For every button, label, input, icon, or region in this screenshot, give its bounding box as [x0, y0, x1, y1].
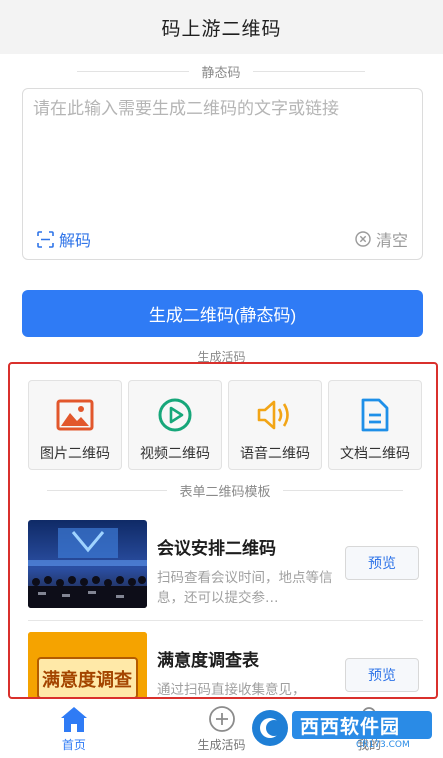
survey-description: 通过扫码直接收集意见， [157, 682, 306, 698]
form-section-label: 表单二维码模板 [179, 485, 271, 500]
survey-thumbnail-text: 满意度调查 [42, 670, 132, 691]
document-code-tile[interactable]: 文档二维码 [328, 380, 422, 470]
title-bar: 码上游二维码 [0, 0, 443, 54]
tab-generate-live-label: 生成活码 [197, 738, 246, 752]
plus-circle-icon [208, 706, 235, 732]
survey-title: 满意度调查表 [157, 651, 259, 671]
video-code-tile[interactable]: 视频二维码 [128, 380, 222, 470]
code-type-grid: 图片二维码 视频二维码 语音二维码 文档二维码 [28, 380, 422, 470]
video-icon [158, 398, 192, 432]
watermark-sub: CR173.COM [356, 740, 410, 750]
page-title: 码上游二维码 [161, 17, 282, 40]
audio-code-tile[interactable]: 语音二维码 [228, 380, 322, 470]
meeting-title: 会议安排二维码 [157, 539, 276, 559]
audio-code-label: 语音二维码 [240, 446, 310, 462]
preview-button[interactable]: 预览 [345, 658, 419, 692]
clear-button[interactable]: 清空 [355, 227, 408, 251]
decode-label: 解码 [59, 231, 92, 250]
divider-line [252, 71, 365, 72]
generate-button[interactable]: 生成二维码(静态码) [22, 290, 423, 337]
scan-icon [37, 230, 54, 248]
preview-button[interactable]: 预览 [345, 546, 419, 580]
clear-icon [355, 231, 371, 247]
template-card-survey[interactable]: 满意度调查 满意度调查表 通过扫码直接收集意见， 预览 [20, 632, 426, 698]
decode-button[interactable]: 解码 [37, 227, 91, 251]
home-icon [60, 707, 87, 732]
image-icon [56, 399, 94, 431]
meeting-description: 扫码查看会议时间，地点等信息，还可以提交参… [157, 570, 333, 606]
survey-thumbnail: 满意度调查 [28, 632, 147, 697]
template-card-meeting[interactable]: 会议安排二维码 扫码查看会议时间，地点等信息，还可以提交参… 预览 [20, 520, 426, 620]
image-code-label: 图片二维码 [40, 446, 110, 462]
divider-line [77, 71, 190, 72]
divider-line [47, 490, 168, 491]
image-code-tile[interactable]: 图片二维码 [28, 380, 122, 470]
form-section-header: 表单二维码模板 [30, 481, 420, 500]
audio-icon [257, 400, 289, 430]
tab-home-label: 首页 [61, 738, 86, 752]
document-code-label: 文档二维码 [340, 446, 410, 462]
clear-label: 清空 [375, 231, 408, 250]
watermark-logo: 西西软件园 CR173.COM [246, 705, 436, 751]
watermark-text: 西西软件园 [300, 716, 401, 738]
highlight-region: 图片二维码 视频二维码 语音二维码 文档二维码 表单二维码模板 会议安排二维码 … [8, 362, 438, 699]
divider-line [282, 490, 403, 491]
text-input-box: 解码 清空 [22, 88, 423, 260]
document-icon [361, 398, 389, 432]
meeting-thumbnail [28, 520, 147, 608]
static-section-header: 静态码 [70, 62, 372, 81]
card-divider [28, 620, 423, 621]
static-section-label: 静态码 [201, 66, 241, 81]
text-input[interactable] [33, 97, 413, 217]
tab-home[interactable]: 首页 [0, 700, 148, 758]
video-code-label: 视频二维码 [140, 446, 210, 462]
